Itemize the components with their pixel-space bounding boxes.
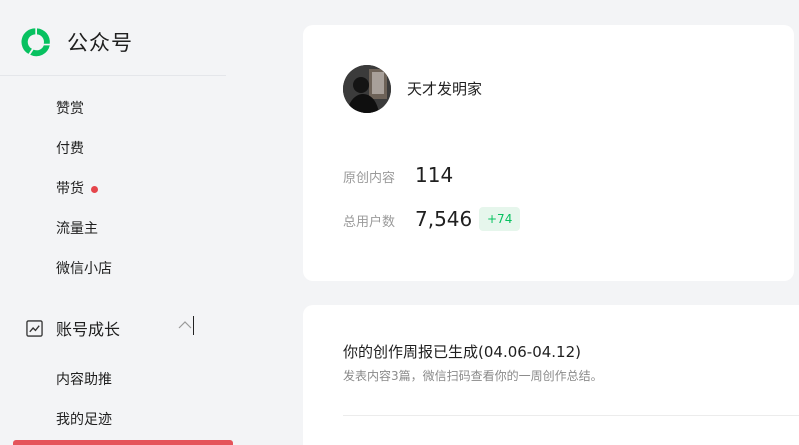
total-users-value: 7,546 <box>415 207 473 231</box>
avatar-image <box>343 65 391 113</box>
users-change-badge: +74 <box>479 207 521 231</box>
sidebar-item-active-highlight[interactable] <box>13 440 233 445</box>
original-content-label: 原创内容 <box>343 171 396 186</box>
sidebar-item-label: 微信小店 <box>56 261 112 277</box>
original-content-value: 114 <box>415 163 454 187</box>
weekly-report-title: 你的创作周报已生成(04.06-04.12) <box>343 343 582 361</box>
notification-dot <box>91 185 98 193</box>
sidebar-item-reward[interactable]: 赞赏 <box>56 98 84 120</box>
sidebar-item-wechat-store[interactable]: 微信小店 <box>56 258 112 280</box>
brand-name: 公众号 <box>67 31 133 55</box>
chevron-up-icon <box>178 321 192 329</box>
sidebar-item-label: 带货 <box>56 181 84 197</box>
sidebar-item-label: 流量主 <box>56 221 98 237</box>
report-divider <box>343 415 799 416</box>
sidebar-item-content-boost[interactable]: 内容助推 <box>56 369 112 391</box>
sidebar-item-sales[interactable]: 带货 <box>56 178 98 200</box>
account-overview-card: 天才发明家 原创内容 114 总用户数 7,546 +74 <box>303 25 794 281</box>
sidebar-item-label: 内容助推 <box>56 372 112 388</box>
sidebar-item-my-footprint[interactable]: 我的足迹 <box>56 409 112 431</box>
sidebar-item-label: 付费 <box>56 141 84 157</box>
weekly-report-card[interactable]: 你的创作周报已生成(04.06-04.12) 发表内容3篇，微信扫码查看你的一周… <box>303 305 799 445</box>
sidebar: 公众号 赞赏 付费 带货 流量主 微信小店 账号成长 内容助推 我的足迹 <box>0 0 250 445</box>
sidebar-item-traffic-master[interactable]: 流量主 <box>56 218 98 240</box>
account-name: 天才发明家 <box>407 80 483 98</box>
trend-chart-icon <box>26 319 43 337</box>
sidebar-item-paid[interactable]: 付费 <box>56 138 84 160</box>
sidebar-item-label: 赞赏 <box>56 101 84 117</box>
sidebar-group-label: 账号成长 <box>56 320 121 339</box>
avatar[interactable] <box>343 65 391 113</box>
wechat-official-account-logo-icon <box>21 28 50 57</box>
text-cursor <box>193 316 194 335</box>
total-users-label: 总用户数 <box>343 215 396 230</box>
weekly-report-description: 发表内容3篇，微信扫码查看你的一周创作总结。 <box>343 369 603 383</box>
sidebar-item-label: 我的足迹 <box>56 412 112 428</box>
brand-home-link[interactable]: 公众号 <box>20 22 133 62</box>
sidebar-divider <box>0 75 226 76</box>
sidebar-group-account-growth[interactable]: 账号成长 <box>26 314 226 342</box>
